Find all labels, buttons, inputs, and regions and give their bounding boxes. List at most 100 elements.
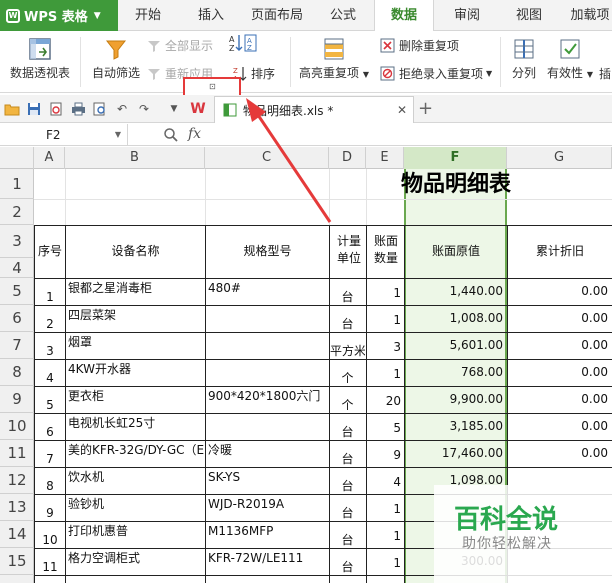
cell-qty[interactable]: 20	[367, 388, 401, 415]
cell-unit[interactable]: 台	[330, 500, 365, 527]
cell-unit[interactable]: 台	[330, 284, 365, 311]
cell-name[interactable]: 银都之星消毒柜	[68, 275, 204, 302]
undo-icon[interactable]: ↶	[114, 101, 130, 117]
name-box[interactable]: F2 ▼	[0, 124, 128, 146]
cell-model[interactable]	[208, 329, 328, 356]
row-header[interactable]: 7	[0, 332, 34, 359]
tab-formula[interactable]: 公式	[318, 0, 368, 31]
cell-name[interactable]: 饮水机	[68, 464, 204, 491]
cell-qty[interactable]: 4	[367, 469, 401, 496]
export-pdf-icon[interactable]	[48, 101, 64, 117]
row-header[interactable]: 9	[0, 386, 34, 413]
column-header[interactable]: E	[366, 147, 404, 169]
add-tab-icon[interactable]: +	[418, 98, 433, 119]
cell-name[interactable]: 验钞机	[68, 491, 204, 518]
cell-unit[interactable]: 台	[330, 446, 365, 473]
cell-depreciation[interactable]: 0.00	[509, 440, 608, 467]
cell-model[interactable]: 冷暖	[208, 437, 328, 464]
cell-orig-value[interactable]: 17,460.00	[406, 440, 503, 467]
cell-depreciation[interactable]: 0.00	[509, 386, 608, 413]
cell-depreciation[interactable]: 0.00	[509, 413, 608, 440]
group-launcher-icon[interactable]: ⊡	[209, 82, 216, 91]
reject-duplicates-button[interactable]: 拒绝录入重复项 ▼	[380, 65, 492, 82]
cell-seq[interactable]: 9	[35, 500, 65, 527]
cell-model[interactable]: KFR-72W/LE111	[208, 545, 328, 572]
customize-dropdown-icon[interactable]: ▼	[166, 101, 182, 117]
tab-data[interactable]: 数据	[374, 0, 434, 32]
cell-model[interactable]	[208, 356, 328, 383]
cell-seq[interactable]: 4	[35, 365, 65, 392]
cell-model[interactable]: 900*420*1800六门	[208, 383, 328, 410]
cell-orig-value[interactable]: 9,900.00	[406, 386, 503, 413]
cell-orig-value[interactable]: 3,185.00	[406, 413, 503, 440]
cell-orig-value[interactable]: 1,008.00	[406, 305, 503, 332]
remove-duplicates-button[interactable]: 删除重复项	[380, 37, 459, 54]
column-header[interactable]: B	[65, 147, 205, 169]
sort-ascending-button[interactable]: A Z A Z	[228, 34, 262, 53]
select-all-corner[interactable]	[0, 147, 34, 169]
tab-view[interactable]: 视图	[504, 0, 554, 31]
tab-addins[interactable]: 加载项	[562, 0, 612, 31]
app-menu-button[interactable]: W WPS 表格 ▼	[0, 0, 118, 31]
cell-model[interactable]	[208, 302, 328, 329]
cell-model[interactable]	[208, 410, 328, 437]
tab-page-layout[interactable]: 页面布局	[246, 0, 308, 31]
cell-depreciation[interactable]: 0.00	[509, 359, 608, 386]
cell-unit[interactable]: 台	[330, 527, 365, 554]
cell-seq[interactable]: 10	[35, 527, 65, 554]
column-header[interactable]: C	[205, 147, 329, 169]
cell-orig-value[interactable]: 5,601.00	[406, 332, 503, 359]
cell-unit[interactable]: 台	[330, 311, 365, 338]
cell-name[interactable]: 烟罩	[68, 329, 204, 356]
cell-qty[interactable]: 1	[367, 361, 401, 388]
row-header[interactable]: 5	[0, 278, 34, 305]
cell-seq[interactable]: 5	[35, 392, 65, 419]
close-tab-icon[interactable]: ✕	[397, 103, 407, 117]
cell-depreciation[interactable]: 0.00	[509, 332, 608, 359]
highlight-duplicates-button[interactable]: 高亮重复项 ▼	[298, 37, 370, 81]
cell-name[interactable]: 更衣柜	[68, 383, 204, 410]
cell-qty[interactable]: 1	[367, 496, 401, 523]
cell-unit[interactable]: 个	[330, 365, 365, 392]
cell-model[interactable]: M1136MFP	[208, 518, 328, 545]
cell-qty[interactable]: 1	[367, 307, 401, 334]
cell-orig-value[interactable]: 1,440.00	[406, 278, 503, 305]
cell-seq[interactable]: 1	[35, 284, 65, 311]
cell-depreciation[interactable]: 0.00	[509, 278, 608, 305]
print-preview-icon[interactable]	[92, 101, 108, 117]
cell-seq[interactable]: 6	[35, 419, 65, 446]
cell-unit[interactable]: 个	[330, 392, 365, 419]
cell-name[interactable]: 4KW开水器	[68, 356, 204, 383]
column-header[interactable]: G	[507, 147, 612, 169]
cell-name[interactable]: 打印机惠普	[68, 518, 204, 545]
cell-name[interactable]: 电视机长虹25寸	[68, 410, 204, 437]
cell-unit[interactable]: 台	[330, 554, 365, 581]
cell-seq[interactable]: 2	[35, 311, 65, 338]
cell-unit[interactable]: 平方米	[330, 338, 365, 365]
row-header[interactable]: 6	[0, 305, 34, 332]
autofilter-button[interactable]: 自动筛选	[86, 37, 146, 81]
row-header[interactable]: 13	[0, 494, 34, 521]
cell-unit[interactable]: 台	[330, 473, 365, 500]
redo-icon[interactable]: ↷	[136, 101, 152, 117]
row-header[interactable]: 2	[0, 199, 34, 225]
row-header[interactable]: 1	[0, 169, 34, 199]
row-header[interactable]: 11	[0, 440, 34, 467]
cell-seq[interactable]: 8	[35, 473, 65, 500]
column-header[interactable]: A	[34, 147, 65, 169]
split-column-button[interactable]: 分列	[506, 37, 542, 81]
cell-qty[interactable]: 9	[367, 442, 401, 469]
cell-name[interactable]: 美的KFR-32G/DY-GC（E1）	[68, 437, 204, 464]
cell-qty[interactable]: 1	[367, 523, 401, 550]
save-icon[interactable]	[26, 101, 42, 117]
cell-seq[interactable]: 3	[35, 338, 65, 365]
row-header[interactable]: 10	[0, 413, 34, 440]
row-header[interactable]: 3	[0, 225, 34, 258]
cell-qty[interactable]: 5	[367, 415, 401, 442]
document-tab[interactable]: 物品明细表.xls * ✕	[214, 96, 414, 123]
cell-name[interactable]: 格力空调柜式	[68, 545, 204, 572]
tab-home[interactable]: 开始	[126, 0, 170, 31]
tab-insert[interactable]: 插入	[186, 0, 236, 31]
tab-review[interactable]: 审阅	[442, 0, 492, 31]
cell-qty[interactable]: 3	[367, 334, 401, 361]
